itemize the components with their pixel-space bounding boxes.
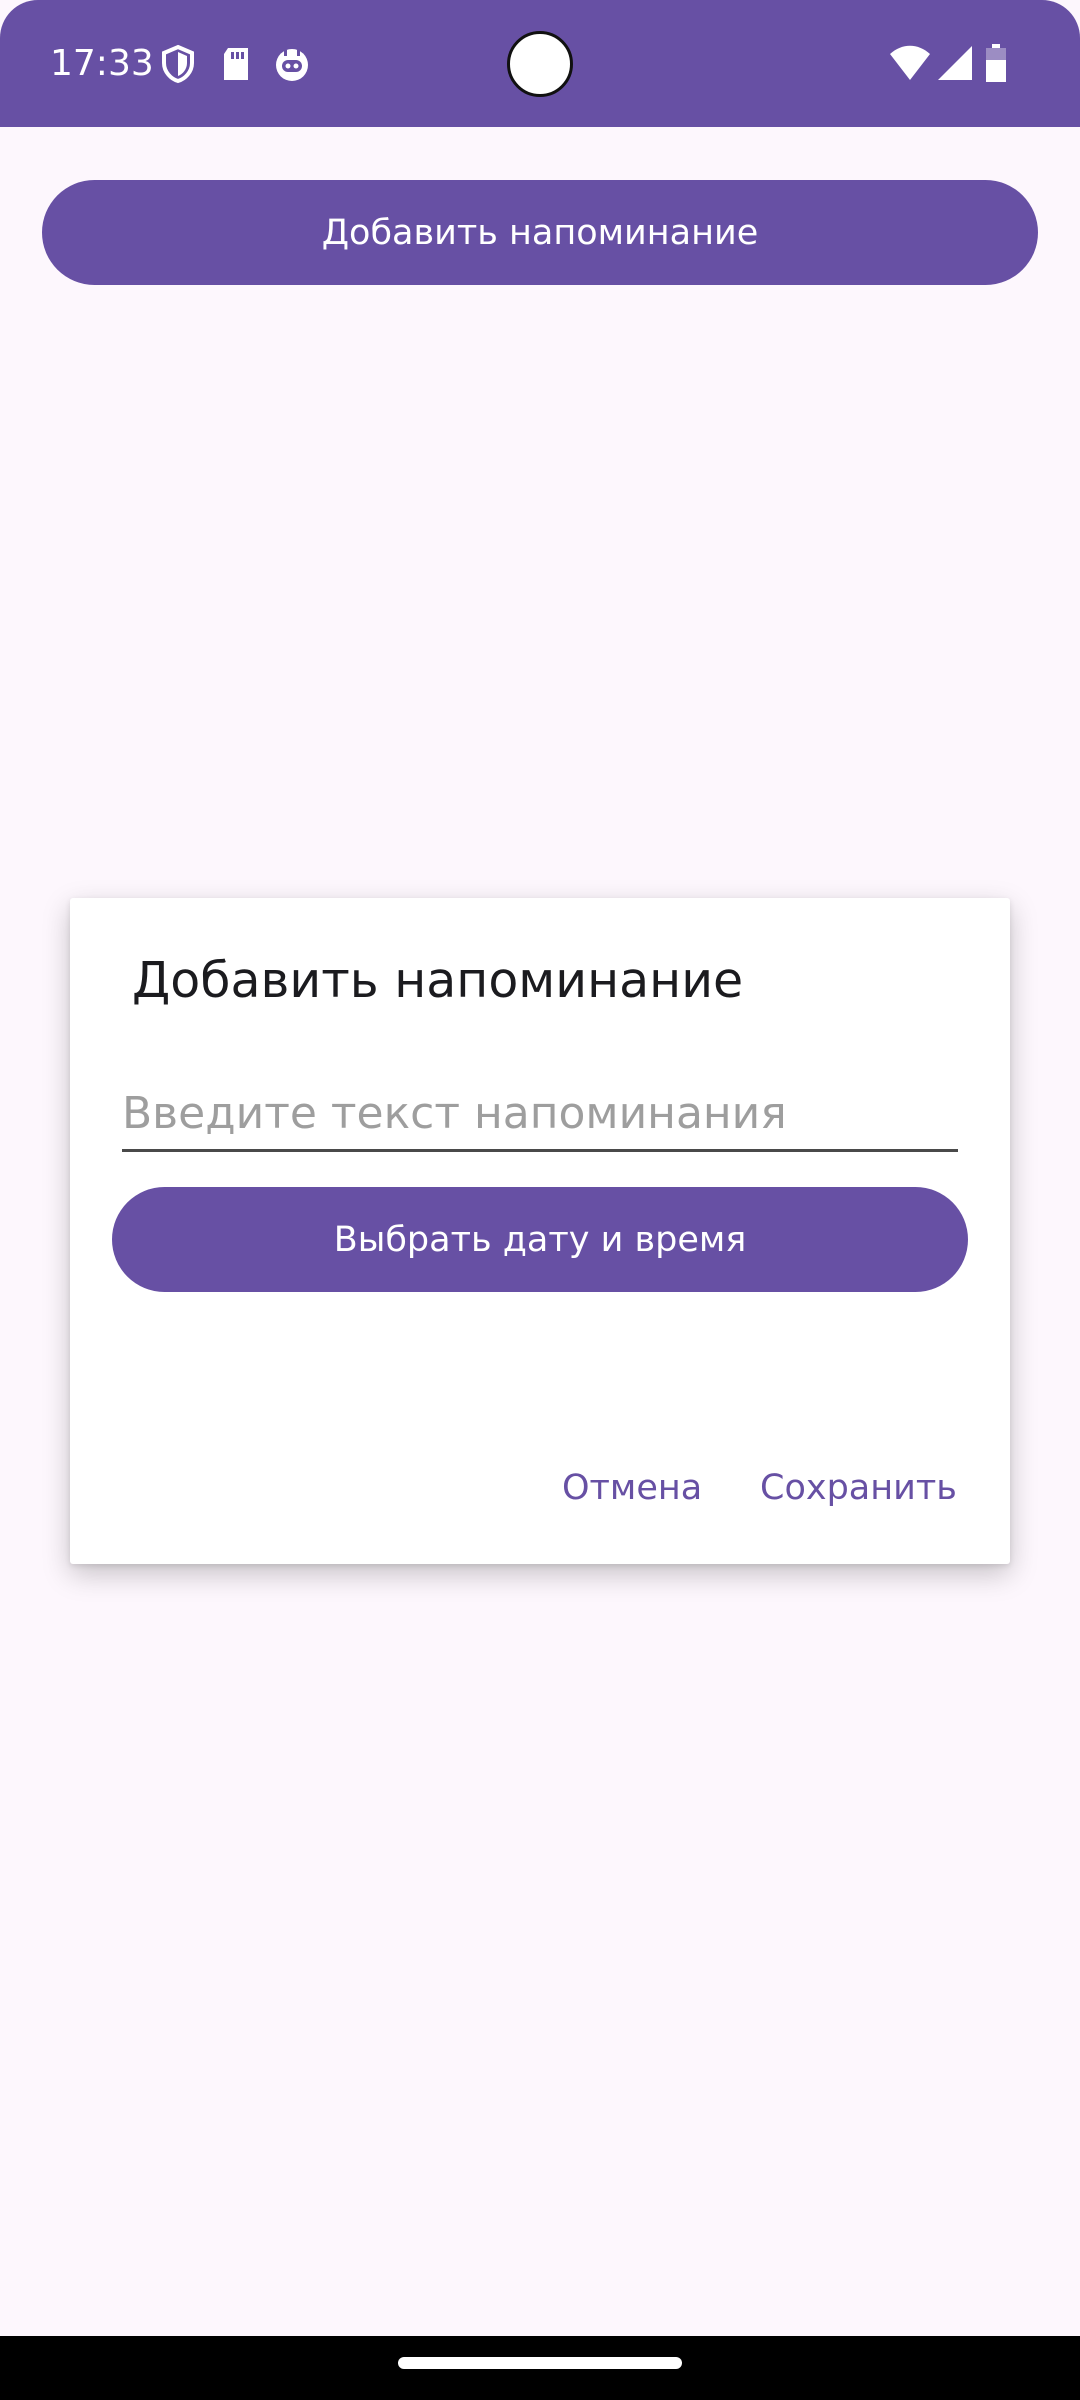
save-button[interactable]: Сохранить [760, 1468, 957, 1508]
status-bar: 17:33 [0, 0, 1080, 127]
add-reminder-button[interactable]: Добавить напоминание [42, 180, 1038, 285]
camera-cutout [507, 31, 573, 97]
wifi-icon [888, 44, 932, 84]
pick-date-time-button[interactable]: Выбрать дату и время [112, 1187, 968, 1292]
home-indicator[interactable] [398, 2357, 682, 2369]
sd-card-icon [216, 44, 256, 84]
cellular-signal-icon [936, 44, 976, 84]
cancel-button[interactable]: Отмена [562, 1468, 702, 1508]
robot-icon [272, 44, 312, 84]
reminder-text-input[interactable] [122, 1078, 958, 1152]
dialog-title: Добавить напоминание [132, 952, 744, 1009]
status-time: 17:33 [50, 43, 154, 84]
battery-icon [984, 44, 1008, 84]
add-reminder-dialog: Добавить напоминание Выбрать дату и врем… [70, 898, 1010, 1564]
shield-icon [158, 44, 198, 84]
